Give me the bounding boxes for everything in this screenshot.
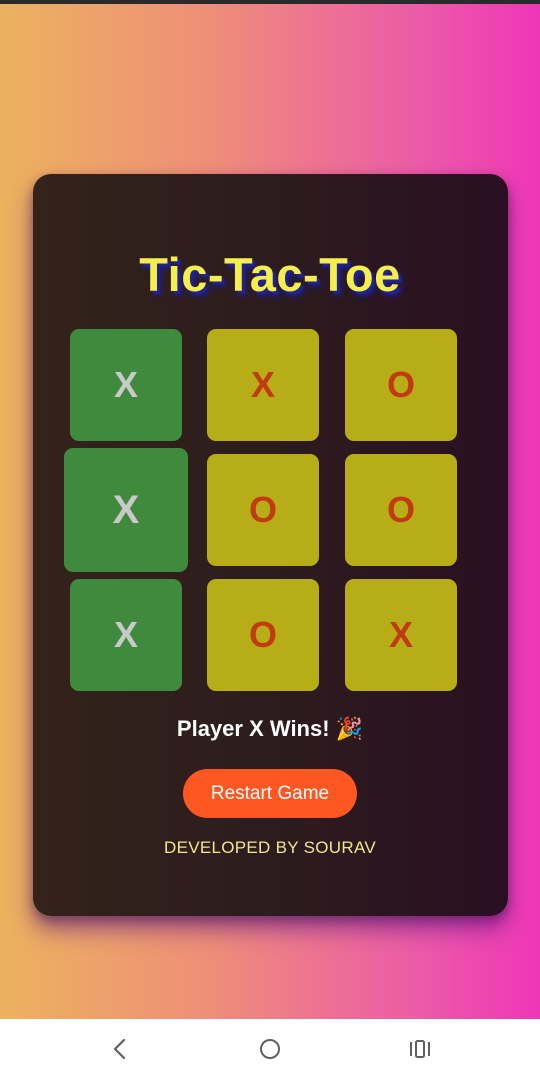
board-cell-2[interactable]: X xyxy=(207,329,319,441)
board-cell-6[interactable]: O xyxy=(345,454,457,566)
board-cell-7[interactable]: X xyxy=(70,579,182,691)
board-cell-3[interactable]: O xyxy=(345,329,457,441)
home-circle-icon xyxy=(260,1039,280,1059)
game-title: Tic-Tac-Toe xyxy=(139,248,401,301)
board-cell-4[interactable]: X xyxy=(64,448,188,572)
system-nav-bar xyxy=(0,1019,540,1079)
developer-credit: DEVELOPED BY SOURAV xyxy=(164,838,376,857)
phone-screen: Tic-Tac-Toe X X O X O O X O X Player X W… xyxy=(0,0,540,1079)
board-cell-8[interactable]: O xyxy=(207,579,319,691)
nav-back-button[interactable] xyxy=(90,1029,150,1069)
board-cell-1[interactable]: X xyxy=(70,329,182,441)
nav-home-button[interactable] xyxy=(240,1029,300,1069)
nav-recents-button[interactable] xyxy=(390,1029,450,1069)
restart-game-button[interactable]: Restart Game xyxy=(183,769,357,818)
game-status-text: Player X Wins! 🎉 xyxy=(176,716,364,741)
back-chevron-icon xyxy=(113,1038,126,1060)
board-cell-5[interactable]: O xyxy=(207,454,319,566)
recents-icon xyxy=(410,1040,430,1058)
board-cell-9[interactable]: X xyxy=(345,579,457,691)
